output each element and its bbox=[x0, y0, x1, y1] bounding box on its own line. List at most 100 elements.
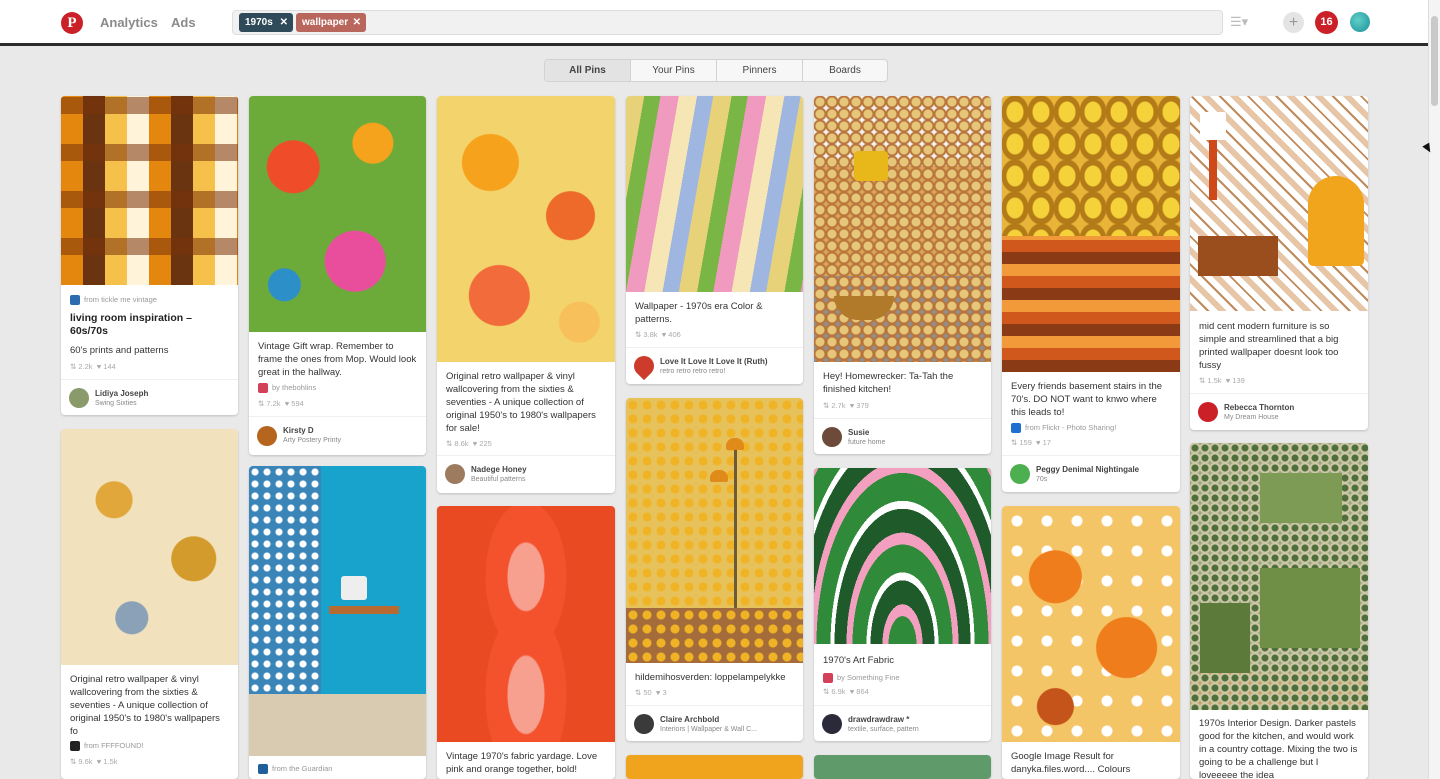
pin-card[interactable]: 1970s Interior Design. Darker pastels go… bbox=[1190, 443, 1368, 779]
avatar[interactable] bbox=[257, 426, 277, 446]
pin-card[interactable]: from tickle me vintage living room inspi… bbox=[61, 96, 238, 415]
pin-image[interactable] bbox=[61, 96, 238, 285]
pin-description: Vintage Gift wrap. Remember to frame the… bbox=[258, 341, 417, 378]
board-name[interactable]: 70s bbox=[1036, 476, 1047, 483]
tab-boards[interactable]: Boards bbox=[803, 60, 887, 81]
nav-ads-link[interactable]: Ads bbox=[171, 15, 196, 30]
add-pin-button[interactable]: + bbox=[1283, 12, 1304, 33]
pin-footer: Rebecca Thornton My Dream House bbox=[1190, 393, 1368, 430]
user-avatar[interactable] bbox=[1350, 12, 1370, 32]
pin-description: hildemihosverden: loppelampelykke bbox=[635, 672, 786, 683]
pin-card[interactable] bbox=[814, 755, 991, 779]
scrollbar[interactable] bbox=[1428, 0, 1440, 779]
pin-footer: drawdrawdraw * textile, surface, pattern bbox=[814, 705, 991, 741]
board-name[interactable]: Swing Sixties bbox=[95, 400, 137, 407]
pin-card[interactable]: mid cent modern furniture is so simple a… bbox=[1190, 96, 1368, 430]
pin-description: 60's prints and patterns bbox=[70, 345, 169, 356]
pin-image[interactable] bbox=[437, 96, 615, 362]
pin-image[interactable] bbox=[626, 398, 803, 663]
avatar[interactable] bbox=[634, 714, 654, 734]
pin-stats: ⇅ 1.5k ♥ 139 bbox=[1199, 376, 1245, 385]
pin-source[interactable]: from the Guardian bbox=[258, 764, 417, 775]
pin-footer: Claire Archbold Interiors | Wallpaper & … bbox=[626, 705, 803, 741]
pin-image[interactable] bbox=[1190, 443, 1368, 710]
pinner-name[interactable]: Rebecca Thornton bbox=[1224, 403, 1294, 412]
notifications-badge[interactable]: 16 bbox=[1315, 11, 1338, 34]
pin-source[interactable]: from FFFFOUND! bbox=[70, 741, 229, 752]
pin-card[interactable]: Wallpaper - 1970s era Color & patterns. … bbox=[626, 96, 803, 384]
pin-stats: ⇅ 9.6k ♥ 1.5k bbox=[70, 757, 118, 766]
scrollbar-thumb[interactable] bbox=[1431, 16, 1438, 106]
nav-analytics-link[interactable]: Analytics bbox=[100, 15, 158, 30]
pin-stats: ⇅ 3.8k ♥ 406 bbox=[635, 330, 681, 339]
pinterest-icon[interactable] bbox=[1198, 402, 1218, 422]
pin-card[interactable]: Every friends basement stairs in the 70'… bbox=[1002, 96, 1180, 492]
pin-image[interactable] bbox=[1190, 96, 1368, 311]
pin-source[interactable]: by thebohlins bbox=[258, 383, 417, 394]
board-name[interactable]: My Dream House bbox=[1224, 414, 1278, 421]
pin-card[interactable]: hildemihosverden: loppelampelykke ⇅ 50 ♥… bbox=[626, 398, 803, 741]
pin-image[interactable] bbox=[814, 755, 991, 779]
board-name[interactable]: retro retro retro retro! bbox=[660, 368, 725, 375]
pin-stats: ⇅ 159 ♥ 17 bbox=[1011, 438, 1051, 447]
board-name[interactable]: Arty Postery Printy bbox=[283, 437, 341, 444]
source-icon bbox=[258, 383, 268, 394]
pin-image[interactable] bbox=[1002, 96, 1180, 372]
pin-image[interactable] bbox=[249, 96, 426, 332]
pin-image[interactable] bbox=[437, 506, 615, 742]
avatar[interactable] bbox=[69, 388, 89, 408]
tab-all-pins[interactable]: All Pins bbox=[545, 60, 631, 81]
pin-description: 1970's Art Fabric bbox=[823, 655, 894, 666]
pinner-name[interactable]: Kirsty D bbox=[283, 426, 314, 435]
pin-card[interactable]: 1970's Art Fabric by Something Fine ⇅ 6.… bbox=[814, 468, 991, 741]
pin-image[interactable] bbox=[249, 466, 426, 756]
pin-source[interactable]: from tickle me vintage bbox=[70, 295, 229, 306]
pinner-name[interactable]: Peggy Denimal Nightingale bbox=[1036, 465, 1139, 474]
pin-image[interactable] bbox=[814, 96, 991, 362]
pinterest-logo-icon[interactable]: P bbox=[61, 12, 83, 34]
avatar[interactable] bbox=[822, 427, 842, 447]
avatar[interactable] bbox=[445, 464, 465, 484]
board-name[interactable]: Beautiful patterns bbox=[471, 476, 525, 483]
pin-description: Wallpaper - 1970s era Color & patterns. bbox=[635, 301, 763, 325]
pin-card[interactable]: Google Image Result for danyka.files.wor… bbox=[1002, 506, 1180, 779]
source-icon bbox=[258, 764, 268, 775]
remove-token-icon[interactable]: ✕ bbox=[353, 13, 361, 32]
heart-icon[interactable] bbox=[629, 351, 659, 381]
pinner-name[interactable]: Love It Love It Love It (Ruth) bbox=[660, 357, 768, 366]
search-token-wallpaper: wallpaper ✕ bbox=[296, 13, 366, 32]
pinner-name[interactable]: drawdrawdraw * bbox=[848, 715, 909, 724]
pin-card[interactable]: from the Guardian bbox=[249, 466, 426, 779]
pin-image[interactable] bbox=[814, 468, 991, 644]
pin-card[interactable]: Original retro wallpaper & vinyl wallcov… bbox=[437, 96, 615, 493]
pin-image[interactable] bbox=[626, 755, 803, 779]
board-name[interactable]: textile, surface, pattern bbox=[848, 726, 919, 733]
pin-image[interactable] bbox=[61, 429, 238, 665]
board-name[interactable]: Interiors | Wallpaper & Wall C... bbox=[660, 726, 757, 733]
tab-your-pins[interactable]: Your Pins bbox=[631, 60, 717, 81]
remove-token-icon[interactable]: ✕ bbox=[280, 13, 288, 32]
pin-card[interactable]: Vintage Gift wrap. Remember to frame the… bbox=[249, 96, 426, 455]
tab-pinners[interactable]: Pinners bbox=[717, 60, 803, 81]
pin-image[interactable] bbox=[1002, 506, 1180, 742]
pin-description: Vintage 1970's fabric yardage. Love pink… bbox=[446, 751, 598, 775]
pin-card[interactable]: Vintage 1970's fabric yardage. Love pink… bbox=[437, 506, 615, 779]
pin-image[interactable] bbox=[626, 96, 803, 292]
pinner-name[interactable]: Claire Archbold bbox=[660, 715, 719, 724]
pinner-name[interactable]: Susie bbox=[848, 428, 869, 437]
search-input[interactable]: 1970s ✕ wallpaper ✕ bbox=[232, 10, 1223, 35]
list-view-icon[interactable]: ☰▾ bbox=[1230, 14, 1252, 30]
pin-source[interactable]: by Something Fine bbox=[823, 673, 982, 684]
avatar[interactable] bbox=[1010, 464, 1030, 484]
avatar[interactable] bbox=[822, 714, 842, 734]
pin-description: Hey! Homewrecker: Ta-Tah the finished ki… bbox=[823, 371, 954, 395]
pin-footer: Susie future home bbox=[814, 418, 991, 454]
pinner-name[interactable]: Nadege Honey bbox=[471, 465, 527, 474]
board-name[interactable]: future home bbox=[848, 439, 885, 446]
pin-card[interactable]: Hey! Homewrecker: Ta-Tah the finished ki… bbox=[814, 96, 991, 454]
pin-source[interactable]: from Flickr - Photo Sharing! bbox=[1011, 423, 1171, 434]
pin-card[interactable] bbox=[626, 755, 803, 779]
pin-stats: ⇅ 7.2k ♥ 594 bbox=[258, 399, 304, 408]
pinner-name[interactable]: Lidiya Joseph bbox=[95, 389, 148, 398]
pin-card[interactable]: Original retro wallpaper & vinyl wallcov… bbox=[61, 429, 238, 779]
